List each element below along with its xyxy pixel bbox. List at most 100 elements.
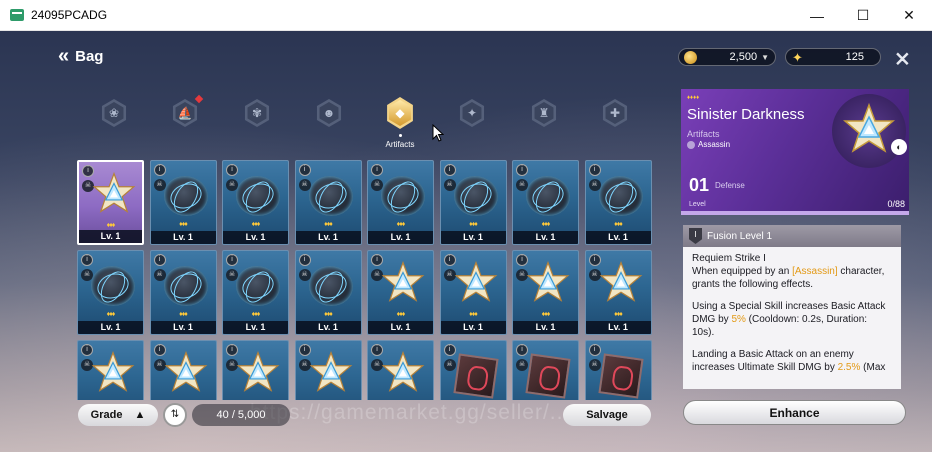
item-name: Sinister Darkness	[687, 106, 805, 123]
artifact-card[interactable]: i ☠	[512, 340, 579, 400]
skill-effect-1: When equipped by an [Assassin] character…	[692, 266, 885, 290]
cube-artifact-icon	[452, 353, 499, 399]
item-detail-header: ♦♦♦♦ Sinister Darkness Artifacts Assassi…	[681, 89, 909, 215]
artifact-card[interactable]: i ☠ ♦♦♦ Lv. 1	[222, 250, 289, 335]
card-rarity-stars: ♦♦♦	[541, 221, 551, 228]
artifact-card[interactable]: i ☠ ♦♦♦ Lv. 1	[222, 160, 289, 245]
cube-icon: ◆	[388, 100, 412, 126]
artifact-card[interactable]: i ☠ ♦♦♦ Lv. 1	[439, 160, 507, 245]
star-artifact-icon	[380, 350, 426, 401]
card-level: Lv. 1	[150, 321, 216, 334]
window-title: 24095PCADG	[31, 8, 108, 22]
grade-sort-button[interactable]: Grade ▲	[78, 404, 158, 426]
card-rarity-stars: ♦♦♦	[251, 311, 261, 318]
assassin-class-icon	[687, 140, 695, 149]
card-level: Lv. 1	[440, 231, 506, 244]
card-level: Lv. 1	[78, 321, 143, 334]
fusion-level-header: I Fusion Level 1	[683, 225, 901, 247]
card-rarity-stars: ♦♦♦	[614, 311, 623, 318]
tab-artifacts[interactable]: ◆	[385, 97, 415, 129]
sort-order-button[interactable]: ⇅	[163, 403, 187, 427]
artifact-card[interactable]: i ☠ ♦♦♦ Lv. 1	[512, 160, 579, 245]
star-artifact-icon	[90, 350, 136, 401]
artifact-card[interactable]: i ☠ ♦♦♦ Lv. 1	[77, 160, 144, 245]
artifact-card[interactable]: i ☠	[439, 340, 507, 400]
star-artifact-icon	[842, 103, 896, 153]
card-level: Lv. 1	[223, 231, 288, 244]
enhance-button[interactable]: Enhance	[683, 400, 906, 425]
rock-artifact-icon	[598, 176, 643, 216]
close-window-button[interactable]: ✕	[886, 0, 932, 31]
tab-category-6[interactable]: ✦	[457, 98, 487, 128]
artifact-card[interactable]: i ☠ ♦♦♦ Lv. 1	[367, 250, 434, 335]
star-amount: 125	[845, 51, 864, 63]
card-rarity-stars: ♦♦♦	[614, 221, 623, 228]
item-class-label: Assassin	[698, 140, 731, 149]
stat-value: 01	[689, 175, 710, 195]
card-level: Lv. 1	[368, 231, 433, 244]
artifact-card[interactable]: i ☠ ♦♦♦ Lv. 1	[294, 250, 362, 335]
card-rarity-stars: ♦♦♦	[469, 221, 478, 228]
star-currency[interactable]: ✦ 125	[785, 48, 881, 66]
card-rarity-stars: ♦♦♦	[106, 311, 116, 318]
card-level: Lv. 1	[440, 321, 506, 334]
star-artifact-icon	[91, 171, 137, 223]
gold-currency[interactable]: 2,500 ▼	[678, 48, 776, 66]
item-description-panel[interactable]: I Fusion Level 1 Requiem Strike I When e…	[683, 225, 901, 389]
grade-label: Grade	[90, 409, 123, 421]
artifact-card[interactable]: i ☠ ♦♦♦ Lv. 1	[584, 250, 652, 335]
tab-category-1[interactable]: ❀	[99, 98, 129, 128]
cube-artifact-icon	[525, 353, 571, 399]
item-grid: i ☠ ♦♦♦ Lv. 1 i ☠ ♦♦♦ Lv. 1 i ☠ ♦♦♦ Lv. 1 i ☠ ♦♦♦ Lv. 1…	[77, 160, 653, 400]
artifact-card[interactable]: i ☠	[294, 340, 362, 400]
back-icon[interactable]: «	[58, 45, 69, 68]
card-rarity-stars: ♦♦♦	[469, 311, 478, 318]
page-title: Bag	[75, 48, 104, 65]
tab-category-3[interactable]: ✾	[242, 98, 272, 128]
card-level: Lv. 1	[368, 321, 433, 334]
artifact-card[interactable]: i ☠ ♦♦♦ Lv. 1	[367, 160, 434, 245]
ship-icon: ⛵	[175, 102, 195, 124]
close-bag-icon[interactable]: ⨯	[894, 46, 911, 71]
rock-artifact-icon	[163, 266, 208, 306]
rock-artifact-icon	[308, 266, 353, 306]
tab-category-8[interactable]: ✚	[600, 98, 630, 128]
artifact-card[interactable]: i ☠ ♦♦♦ Lv. 1	[584, 160, 652, 245]
artifact-card[interactable]: i ☠	[367, 340, 434, 400]
star-artifact-icon	[380, 260, 426, 312]
equip-status-icon[interactable]: ◐	[891, 139, 907, 155]
artifact-card[interactable]: i ☠ ♦♦♦ Lv. 1	[77, 250, 144, 335]
card-rarity-stars: ♦♦♦	[179, 311, 188, 318]
artifact-card[interactable]: i ☠ ♦♦♦ Lv. 1	[149, 250, 217, 335]
star-artifact-icon	[235, 350, 281, 401]
minimize-button[interactable]: —	[794, 0, 840, 31]
chevron-down-icon: ▼	[761, 52, 769, 62]
tab-category-2[interactable]: ⛵	[170, 94, 204, 128]
star-artifact-icon	[598, 260, 644, 312]
artifact-card[interactable]: i ☠ ♦♦♦ Lv. 1	[294, 160, 362, 245]
artifact-card[interactable]: i ☠	[584, 340, 652, 400]
artifact-portrait	[832, 94, 906, 168]
maximize-button[interactable]: ☐	[840, 0, 886, 31]
card-level: Lv. 1	[295, 231, 361, 244]
card-rarity-stars: ♦♦♦	[324, 221, 333, 228]
bag-icon: ♜	[534, 102, 554, 124]
card-rarity-stars: ♦♦♦	[106, 222, 116, 229]
plus-icon: ✚	[605, 102, 625, 124]
artifact-card[interactable]: i ☠ ♦♦♦ Lv. 1	[512, 250, 579, 335]
mask-icon: ❀	[104, 102, 124, 124]
artifact-card[interactable]: i ☠ ♦♦♦ Lv. 1	[439, 250, 507, 335]
level-progress-bar	[681, 211, 909, 215]
tab-category-4[interactable]: ☻	[314, 98, 344, 128]
star-artifact-icon	[163, 350, 209, 401]
rock-artifact-icon	[526, 176, 570, 216]
tab-category-7[interactable]: ♜	[529, 98, 559, 128]
artifact-card[interactable]: i ☠	[77, 340, 144, 400]
salvage-button[interactable]: Salvage	[563, 404, 651, 426]
active-tab-indicator	[399, 134, 402, 137]
star-crystal-icon: ✦	[792, 49, 803, 65]
artifact-card[interactable]: i ☠	[222, 340, 289, 400]
artifact-card[interactable]: i ☠	[149, 340, 217, 401]
face-icon: ☻	[319, 102, 339, 124]
artifact-card[interactable]: i ☠ ♦♦♦ Lv. 1	[149, 160, 217, 245]
